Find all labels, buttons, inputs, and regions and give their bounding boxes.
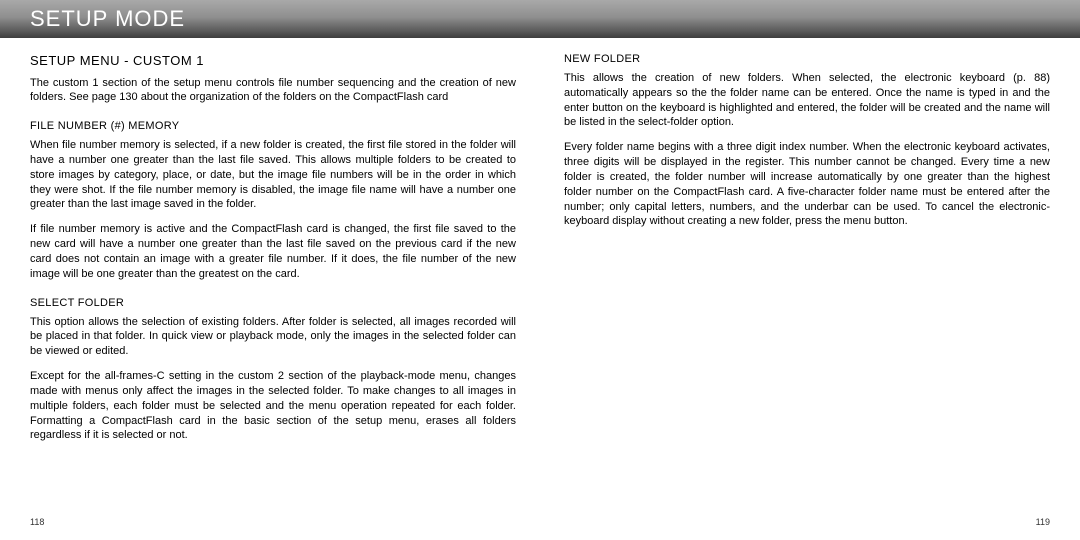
new-folder-heading: NEW FOLDER: [564, 52, 1050, 67]
page-spread: SETUP MENU - CUSTOM 1 The custom 1 secti…: [0, 38, 1080, 500]
page-number-left: 118: [30, 516, 44, 528]
page-number-right: 119: [1036, 516, 1050, 528]
file-number-p1: When file number memory is selected, if …: [30, 138, 516, 212]
new-folder-p2: Every folder name begins with a three di…: [564, 140, 1050, 229]
select-folder-p2: Except for the all-frames-C setting in t…: [30, 369, 516, 443]
page-right: NEW FOLDER This allows the creation of n…: [564, 52, 1050, 500]
file-number-p2: If file number memory is active and the …: [30, 222, 516, 281]
left-intro: The custom 1 section of the setup menu c…: [30, 76, 516, 106]
select-folder-heading: SELECT FOLDER: [30, 296, 516, 311]
page-left: SETUP MENU - CUSTOM 1 The custom 1 secti…: [30, 52, 516, 500]
file-number-heading: FILE NUMBER (#) MEMORY: [30, 119, 516, 134]
left-section-title: SETUP MENU - CUSTOM 1: [30, 52, 516, 70]
header-title: Setup Mode: [30, 6, 185, 32]
header-band: Setup Mode: [0, 0, 1080, 38]
new-folder-p1: This allows the creation of new folders.…: [564, 71, 1050, 130]
select-folder-p1: This option allows the selection of exis…: [30, 315, 516, 360]
